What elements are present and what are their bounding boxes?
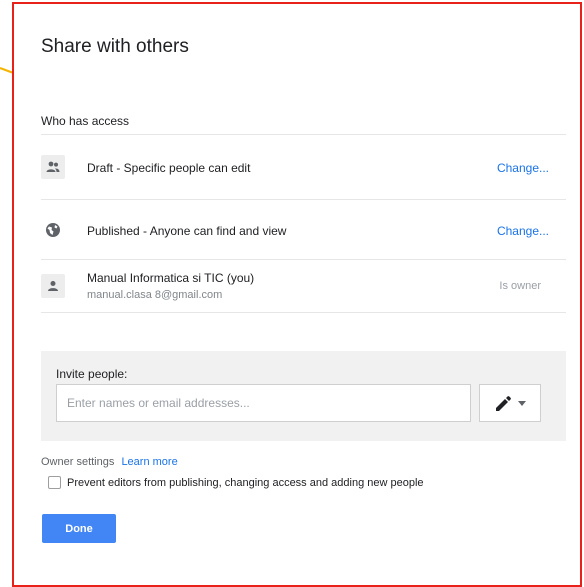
dialog-title: Share with others <box>41 36 189 57</box>
access-row-owner: Manual Informatica si TIC (you) manual.c… <box>41 266 566 306</box>
divider <box>41 312 566 313</box>
access-published-text: Published - Anyone can find and view <box>87 224 287 238</box>
prevent-editors-checkbox[interactable] <box>48 476 61 489</box>
divider <box>41 199 566 200</box>
change-published-access-link[interactable]: Change... <box>497 224 549 238</box>
access-row-draft: Draft - Specific people can edit Change.… <box>41 147 566 187</box>
access-draft-text: Draft - Specific people can edit <box>87 161 251 175</box>
share-dialog: Share with others Who has access Draft -… <box>12 2 582 587</box>
divider <box>41 134 566 135</box>
access-row-published: Published - Anyone can find and view Cha… <box>41 210 566 250</box>
divider <box>41 259 566 260</box>
owner-role-label: Is owner <box>499 280 541 292</box>
people-icon <box>41 155 65 179</box>
owner-settings: Owner settings Learn more <box>41 456 178 468</box>
change-draft-access-link[interactable]: Change... <box>497 161 549 175</box>
owner-name: Manual Informatica si TIC (you) <box>87 271 255 285</box>
globe-icon <box>41 218 65 242</box>
who-has-access-label: Who has access <box>41 114 130 128</box>
invite-people-input[interactable] <box>56 384 471 422</box>
pencil-icon <box>495 395 511 411</box>
done-button[interactable]: Done <box>42 514 116 543</box>
person-icon <box>41 274 65 298</box>
chevron-down-icon <box>517 400 526 406</box>
owner-email: manual.clasa 8@gmail.com <box>87 289 223 301</box>
invite-people-label: Invite people: <box>56 367 128 381</box>
learn-more-link[interactable]: Learn more <box>121 456 177 468</box>
permission-dropdown-button[interactable] <box>479 384 541 422</box>
invite-people-panel: Invite people: <box>41 351 566 441</box>
prevent-editors-label: Prevent editors from publishing, changin… <box>67 476 424 489</box>
owner-settings-label: Owner settings <box>41 456 115 468</box>
prevent-editors-option: Prevent editors from publishing, changin… <box>48 476 424 489</box>
